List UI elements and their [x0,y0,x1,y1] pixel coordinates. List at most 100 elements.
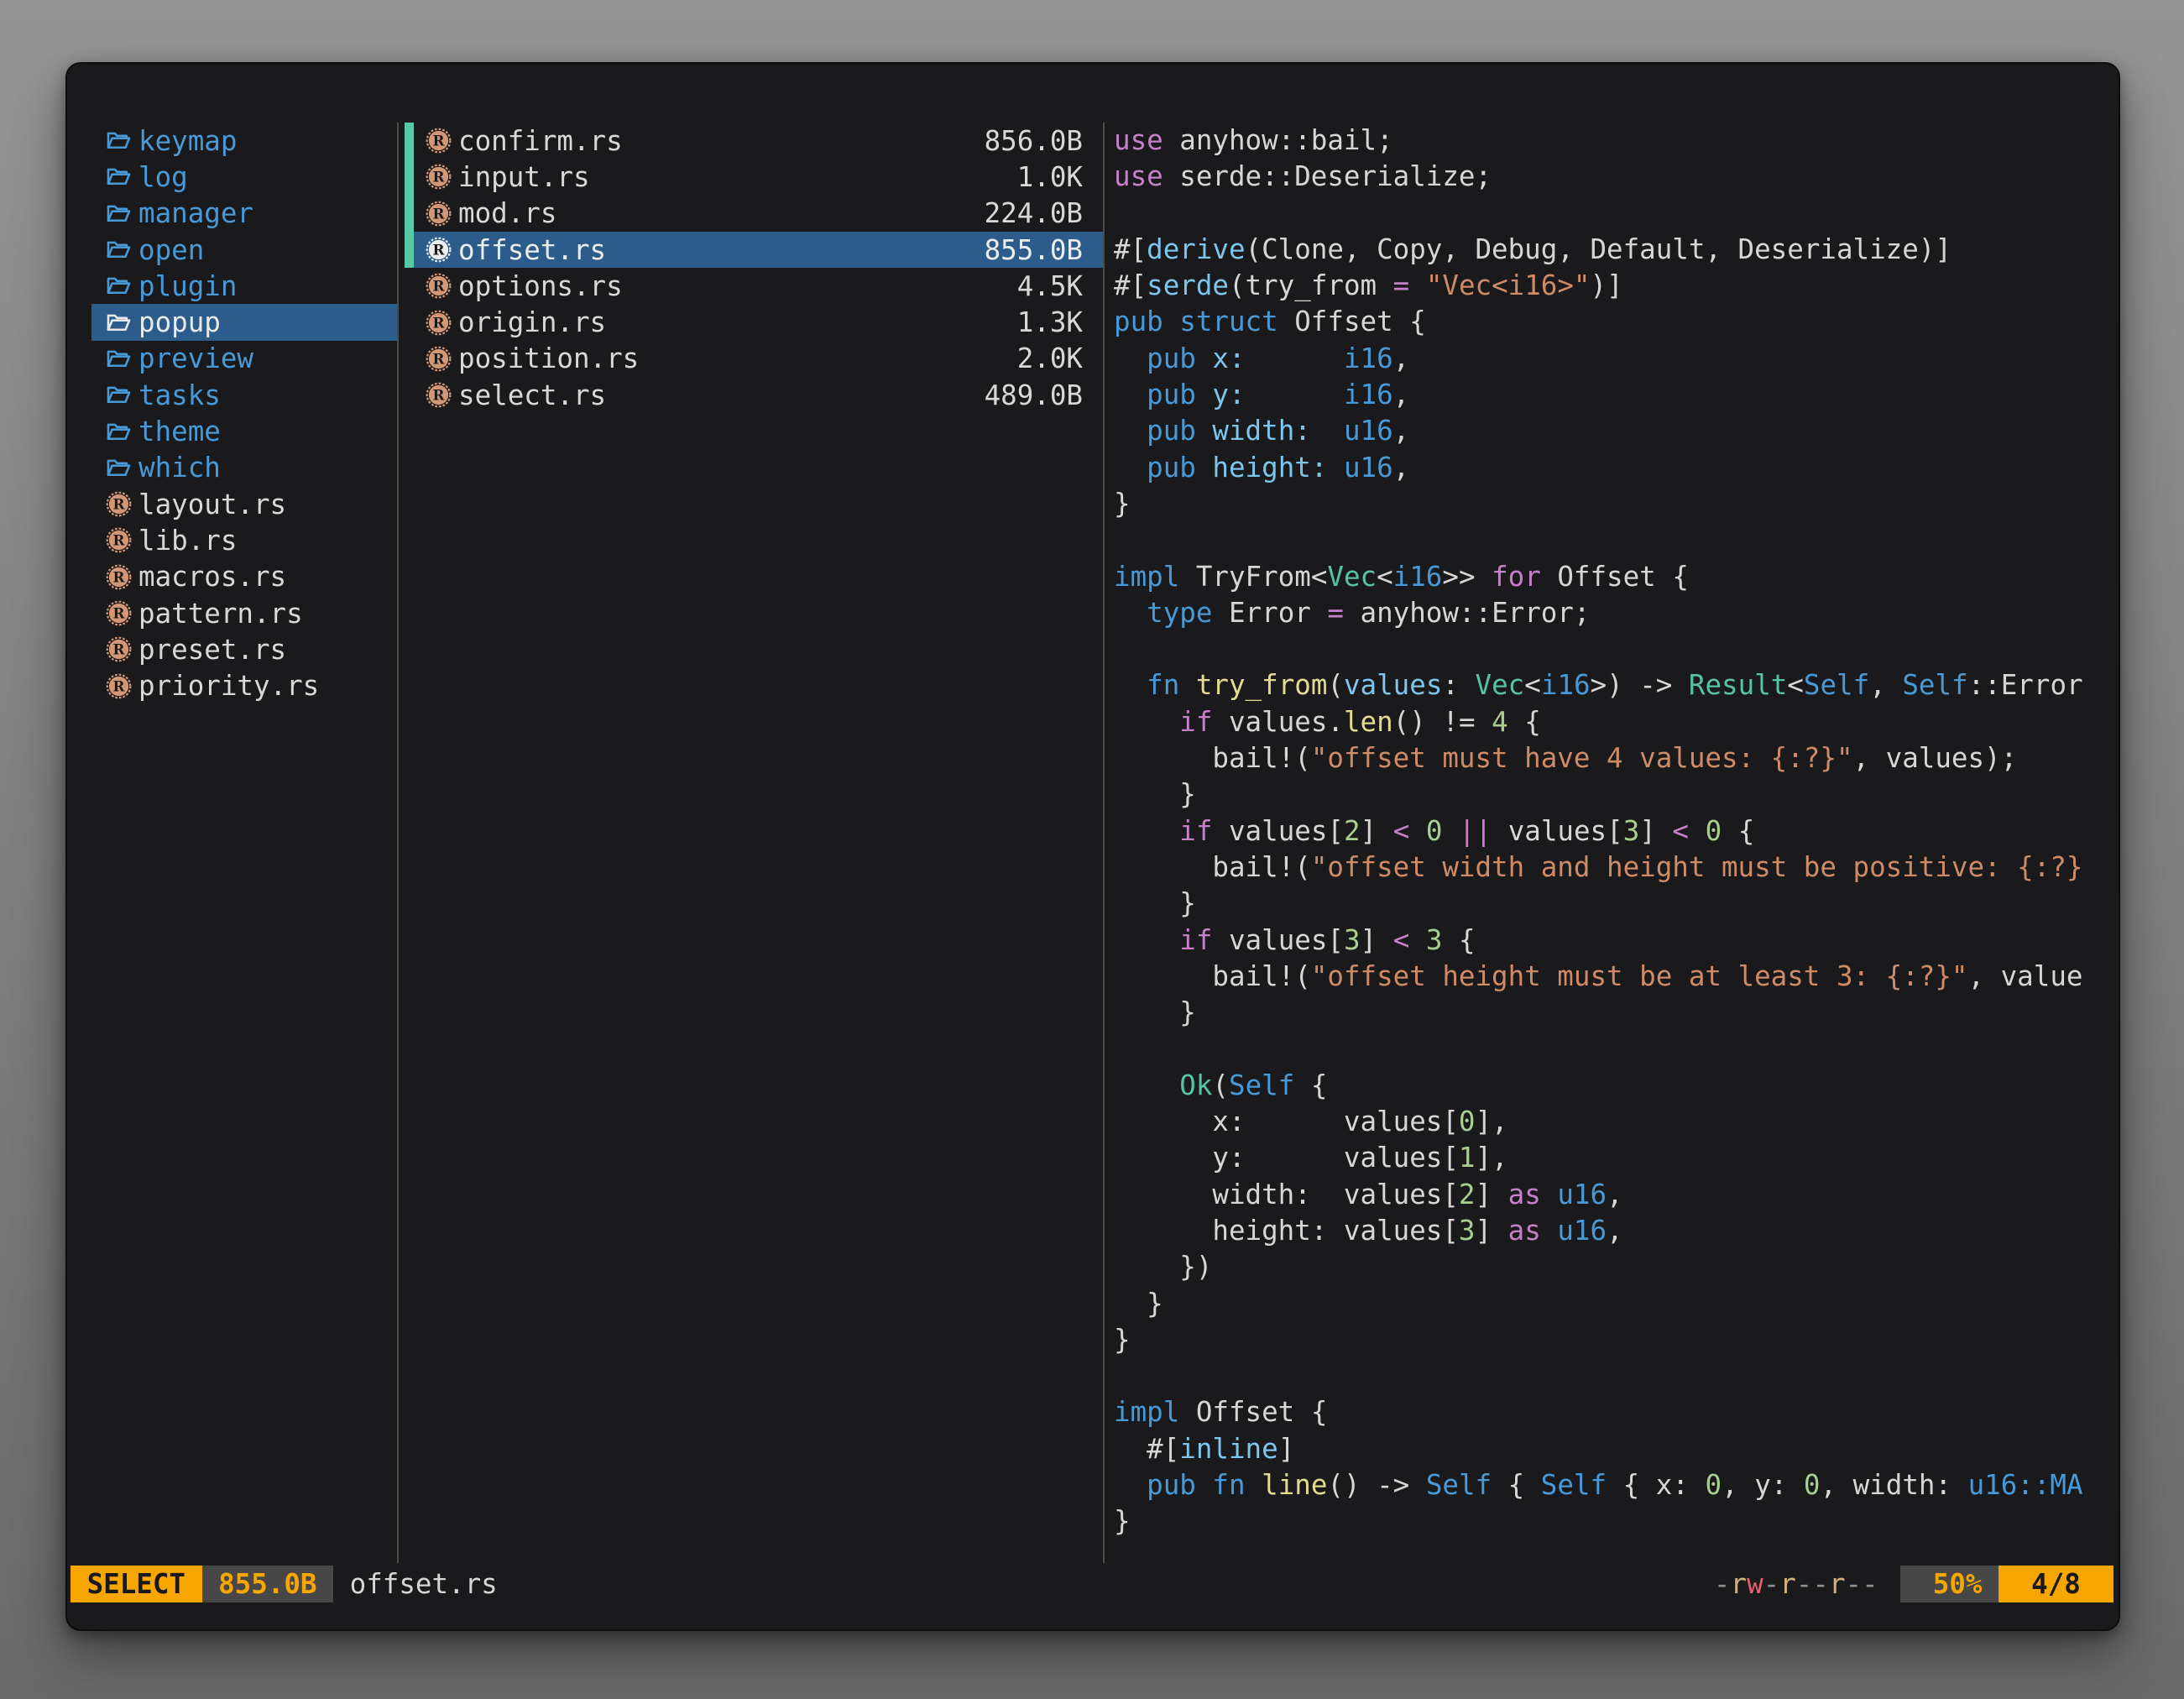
parent-item-popup[interactable]: popup [91,304,397,340]
rust-file-icon: R [106,491,132,517]
code-line-24: bail!("offset height must be at least 3:… [1114,959,2117,995]
svg-text:R: R [113,568,126,585]
file-row-origin-rs[interactable]: Rorigin.rs1.3K [405,304,1103,340]
folder-open-icon [106,455,132,481]
parent-item-manager[interactable]: manager [91,196,397,232]
scrollbar-indicator[interactable] [405,123,414,268]
code-line-30: width: values[2] as u16, [1114,1177,2117,1213]
code-line-27: Ok(Self { [1114,1068,2117,1104]
file-name: confirm.rs [458,125,985,157]
svg-text:R: R [433,241,446,258]
mode-badge: SELECT [71,1566,202,1602]
item-label: theme [138,416,221,447]
folder-open-icon [106,419,132,445]
file-name: options.rs [458,270,1017,302]
folder-open-icon [106,310,132,336]
file-permissions: -rw-r--r-- [1714,1568,1878,1600]
pane-separator-left [397,123,399,1563]
code-line-6: pub struct Offset { [1114,304,2117,340]
code-line-25: } [1114,995,2117,1031]
item-label: open [138,234,204,266]
item-label: macros.rs [138,561,286,593]
folder-open-icon [106,201,132,227]
file-size: 224.0B [985,197,1083,229]
file-name: input.rs [458,161,1017,193]
code-line-38: pub fn line() -> Self { Self { x: 0, y: … [1114,1467,2117,1503]
file-size: 1.3K [1017,306,1083,338]
svg-text:R: R [433,350,446,367]
file-name: origin.rs [458,306,1017,338]
file-row-options-rs[interactable]: Roptions.rs4.5K [405,268,1103,304]
file-row-select-rs[interactable]: Rselect.rs489.0B [405,377,1103,413]
code-line-36: impl Offset { [1114,1394,2117,1430]
code-line-28: x: values[0], [1114,1104,2117,1140]
terminal-window: keymaplogmanageropenpluginpopup previewta… [65,62,2120,1631]
parent-item-layout-rs[interactable]: Rlayout.rs [91,486,397,522]
file-preview-pane: use anyhow::bail;use serde::Deserialize;… [1114,123,2117,1563]
status-filename: offset.rs [350,1568,498,1600]
item-label: popup [138,306,221,338]
folder-open-icon [106,382,132,408]
parent-item-lib-rs[interactable]: Rlib.rs [91,522,397,558]
current-directory-pane: Rconfirm.rs856.0BRinput.rs1.0KRmod.rs224… [405,123,1103,413]
file-name: mod.rs [458,197,985,229]
code-line-11: } [1114,486,2117,522]
parent-item-preset-rs[interactable]: Rpreset.rs [91,631,397,667]
code-line-3 [1114,196,2117,232]
parent-item-log[interactable]: log [91,159,397,195]
file-row-confirm-rs[interactable]: Rconfirm.rs856.0B [405,123,1103,159]
code-line-1: use anyhow::bail; [1114,123,2117,159]
folder-open-icon [106,164,132,190]
file-row-position-rs[interactable]: Rposition.rs2.0K [405,341,1103,377]
file-size: 2.0K [1017,342,1083,374]
file-size: 4.5K [1017,270,1083,302]
svg-text:R: R [433,205,446,222]
file-row-offset-rs[interactable]: Roffset.rs855.0B [405,232,1103,268]
svg-text:R: R [113,532,126,549]
parent-item-priority-rs[interactable]: Rpriority.rs [91,667,397,703]
code-line-22: } [1114,886,2117,922]
status-bar: SELECT 855.0B offset.rs -rw-r--r-- 50% 4… [71,1566,2113,1602]
item-label: preview [138,342,253,374]
parent-item-plugin[interactable]: plugin [91,268,397,304]
svg-text:R: R [113,641,126,658]
code-line-14: type Error = anyhow::Error; [1114,595,2117,631]
file-size: 1.0K [1017,161,1083,193]
file-row-mod-rs[interactable]: Rmod.rs224.0B [405,196,1103,232]
parent-item-tasks[interactable]: tasks [91,377,397,413]
rust-file-icon: R [106,673,132,699]
code-line-17: if values.len() != 4 { [1114,704,2117,740]
rust-file-icon: R [426,128,452,154]
file-row-input-rs[interactable]: Rinput.rs1.0K [405,159,1103,195]
file-name: offset.rs [458,234,985,266]
folder-open-icon [106,128,132,154]
parent-item-which[interactable]: which [91,450,397,486]
code-line-35 [1114,1358,2117,1394]
parent-item-open[interactable]: open [91,232,397,268]
code-line-8: pub y: i16, [1114,377,2117,413]
item-label: log [138,161,188,193]
rust-file-icon: R [106,527,132,553]
parent-item-theme[interactable]: theme [91,413,397,449]
rust-file-icon: R [426,237,452,263]
parent-item-macros-rs[interactable]: Rmacros.rs [91,559,397,595]
folder-open-icon [106,237,132,263]
svg-text:R: R [433,387,446,404]
folder-open-icon [106,273,132,299]
svg-text:R: R [433,169,446,186]
cursor-position-chip: 4/8 [1999,1566,2113,1602]
item-label: preset.rs [138,634,286,666]
code-line-31: height: values[3] as u16, [1114,1213,2117,1249]
code-line-32: }) [1114,1249,2117,1285]
code-line-10: pub height: u16, [1114,450,2117,486]
code-line-26 [1114,1031,2117,1067]
rust-file-icon: R [106,600,132,626]
parent-item-preview[interactable]: preview [91,341,397,377]
parent-item-pattern-rs[interactable]: Rpattern.rs [91,595,397,631]
parent-item-keymap[interactable]: keymap [91,123,397,159]
svg-text:R: R [113,677,126,694]
code-line-7: pub x: i16, [1114,341,2117,377]
svg-text:R: R [433,314,446,331]
pane-separator-right [1103,123,1105,1563]
code-line-4: #[derive(Clone, Copy, Debug, Default, De… [1114,232,2117,268]
